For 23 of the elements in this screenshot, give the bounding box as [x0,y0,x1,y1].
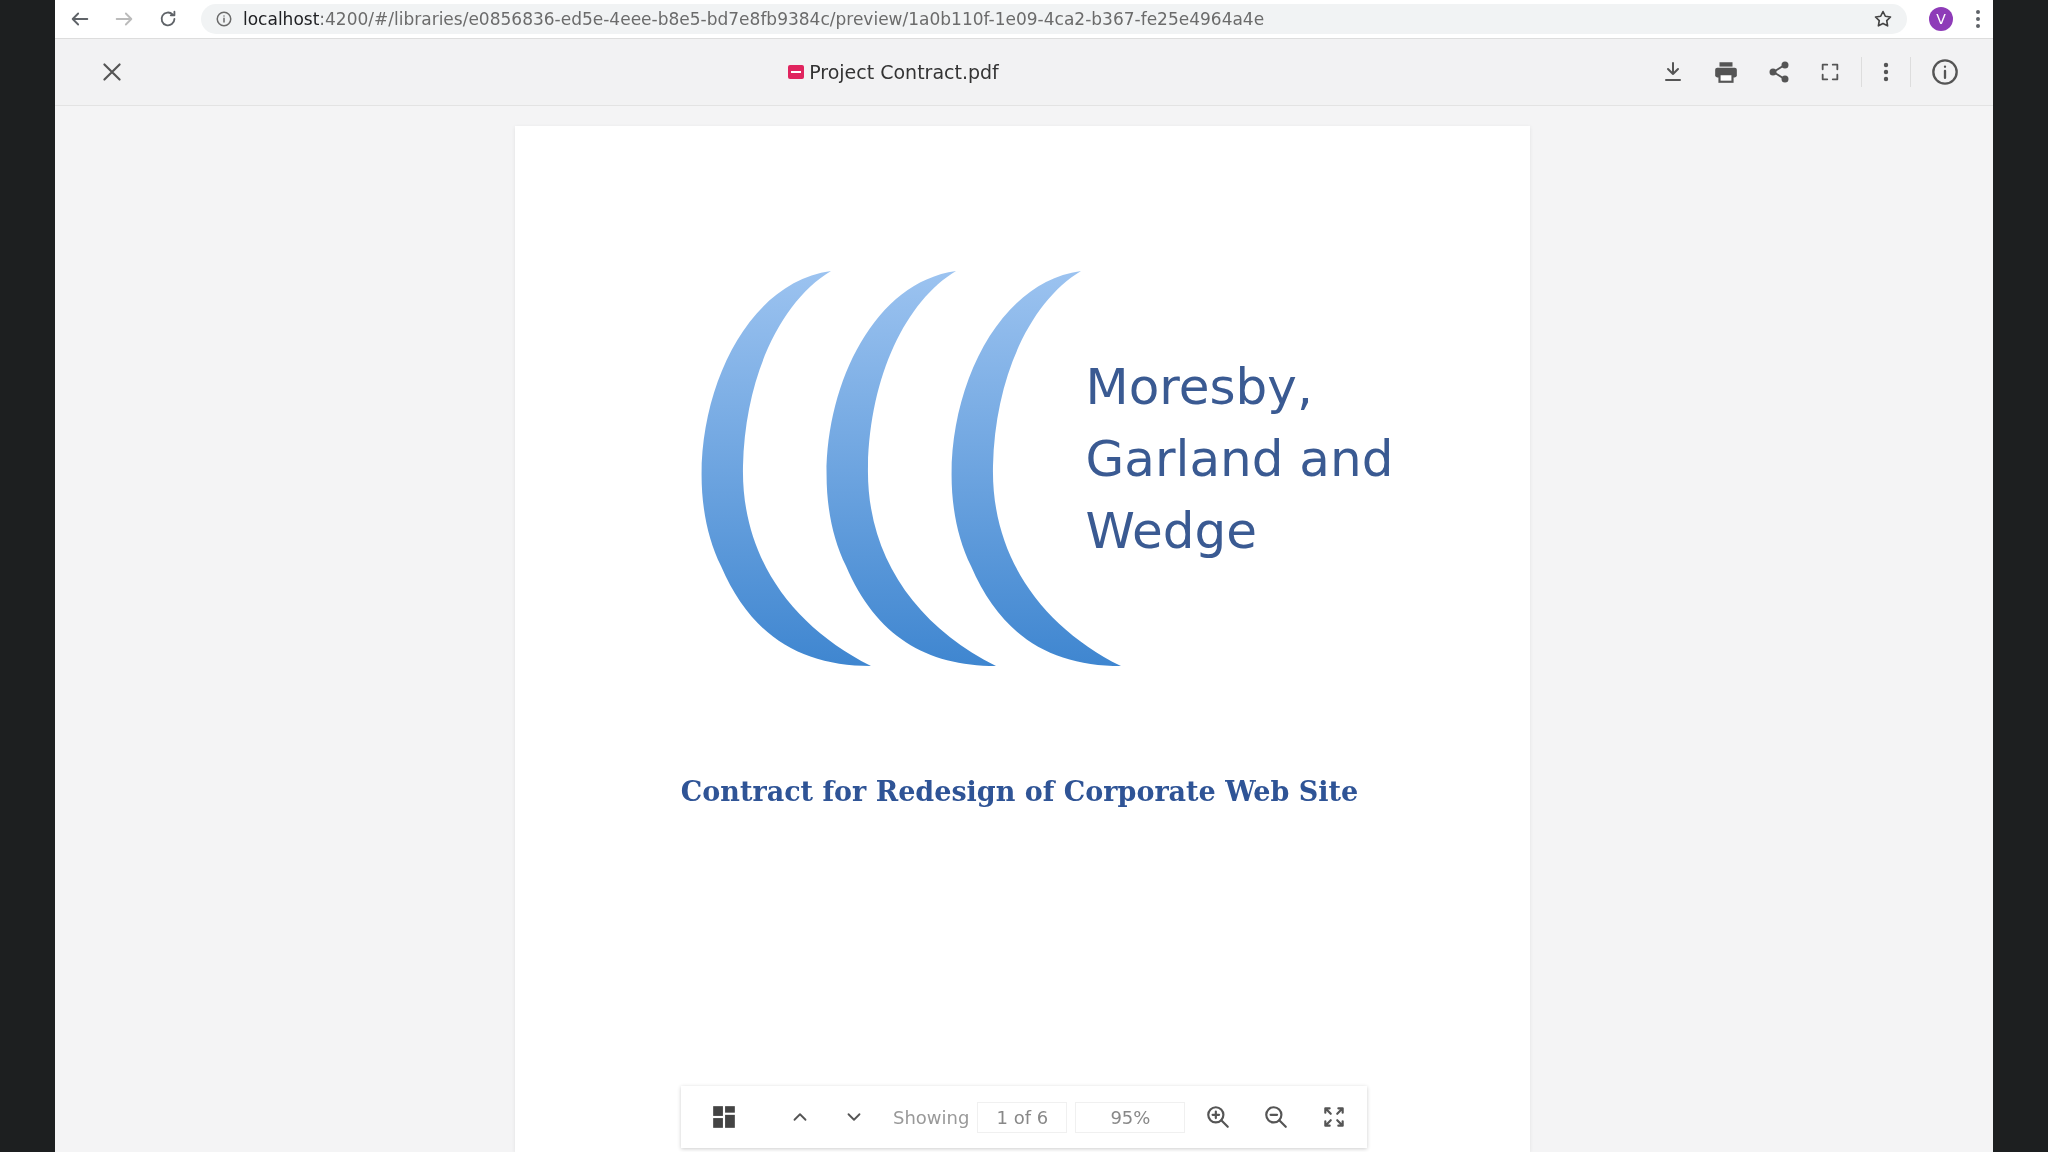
grid-icon [711,1104,737,1130]
zoom-out-icon [1263,1104,1290,1130]
info-icon [1931,58,1959,86]
pdf-file-icon [787,63,806,81]
file-name: Project Contract.pdf [809,61,999,83]
document-title: Contract for Redesign of Corporate Web Site [680,776,1359,807]
more-icon[interactable] [1975,9,1981,29]
page-field[interactable]: 1 of 6 [977,1101,1068,1133]
printer-icon [1713,59,1739,85]
showing-label: Showing [893,1106,970,1128]
address-bar[interactable]: localhost:4200/#/libraries/e0856836-ed5e-4eee-b8e5-bd7e8fb9384c/preview/1a0b110f-1e09-4ca2-b367-fe25e4964a4e [201,4,1907,34]
url-text: localhost:4200/#/libraries/e0856836-ed5e-4eee-b8e5-bd7e8fb9384c/preview/1a0b110f-1e09-4ca2-b367-fe25e4964a4e [243,9,1265,29]
zoom-field[interactable]: 95% [1075,1101,1186,1133]
company-name-line: Moresby, [1085,356,1314,418]
more-icon [1882,60,1890,84]
share-icon [1767,60,1791,84]
star-icon[interactable] [1873,9,1893,29]
company-name-line: Wedge [1085,500,1259,562]
zoom-in-icon [1205,1104,1232,1130]
fullscreen-icon [1819,61,1841,83]
info-icon [215,10,233,28]
company-name-line: Garland and [1085,428,1394,490]
profile-avatar[interactable]: V [1929,7,1953,31]
